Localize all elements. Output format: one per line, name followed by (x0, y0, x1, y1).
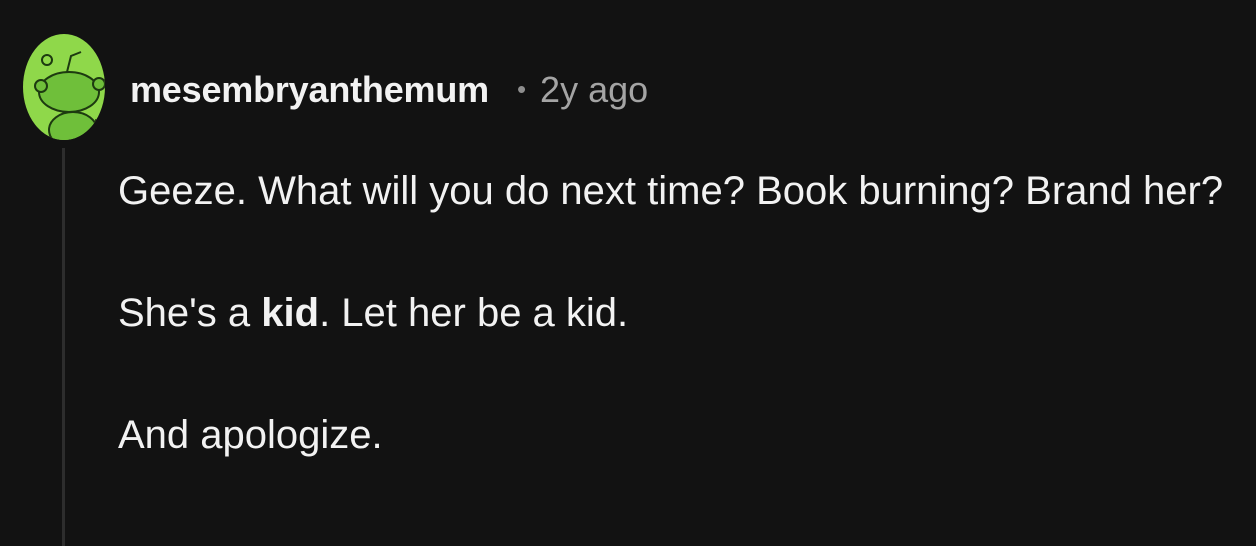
comment-header: mesembryanthemum • 2y ago (130, 68, 648, 112)
username-link[interactable]: mesembryanthemum (130, 69, 489, 111)
comment-timestamp[interactable]: 2y ago (540, 69, 648, 111)
comment-body: Geeze. What will you do next time? Book … (118, 160, 1228, 526)
separator-dot: • (516, 73, 527, 104)
bold-text: kid (261, 291, 320, 335)
comment-paragraph-3: And apologize. (118, 413, 383, 457)
comment-paragraph-1: Geeze. What will you do next time? Book … (118, 169, 1224, 213)
paragraph-text: She's a (118, 291, 262, 335)
avatar[interactable] (23, 34, 105, 140)
thread-line[interactable] (62, 148, 65, 546)
snoo-avatar-icon (34, 51, 105, 140)
comment-paragraph-2: She's a kid. Let her be a kid. (118, 282, 1228, 344)
comment: mesembryanthemum • 2y ago Geeze. What wi… (0, 0, 1256, 546)
paragraph-text: . Let her be a kid. (319, 291, 629, 335)
